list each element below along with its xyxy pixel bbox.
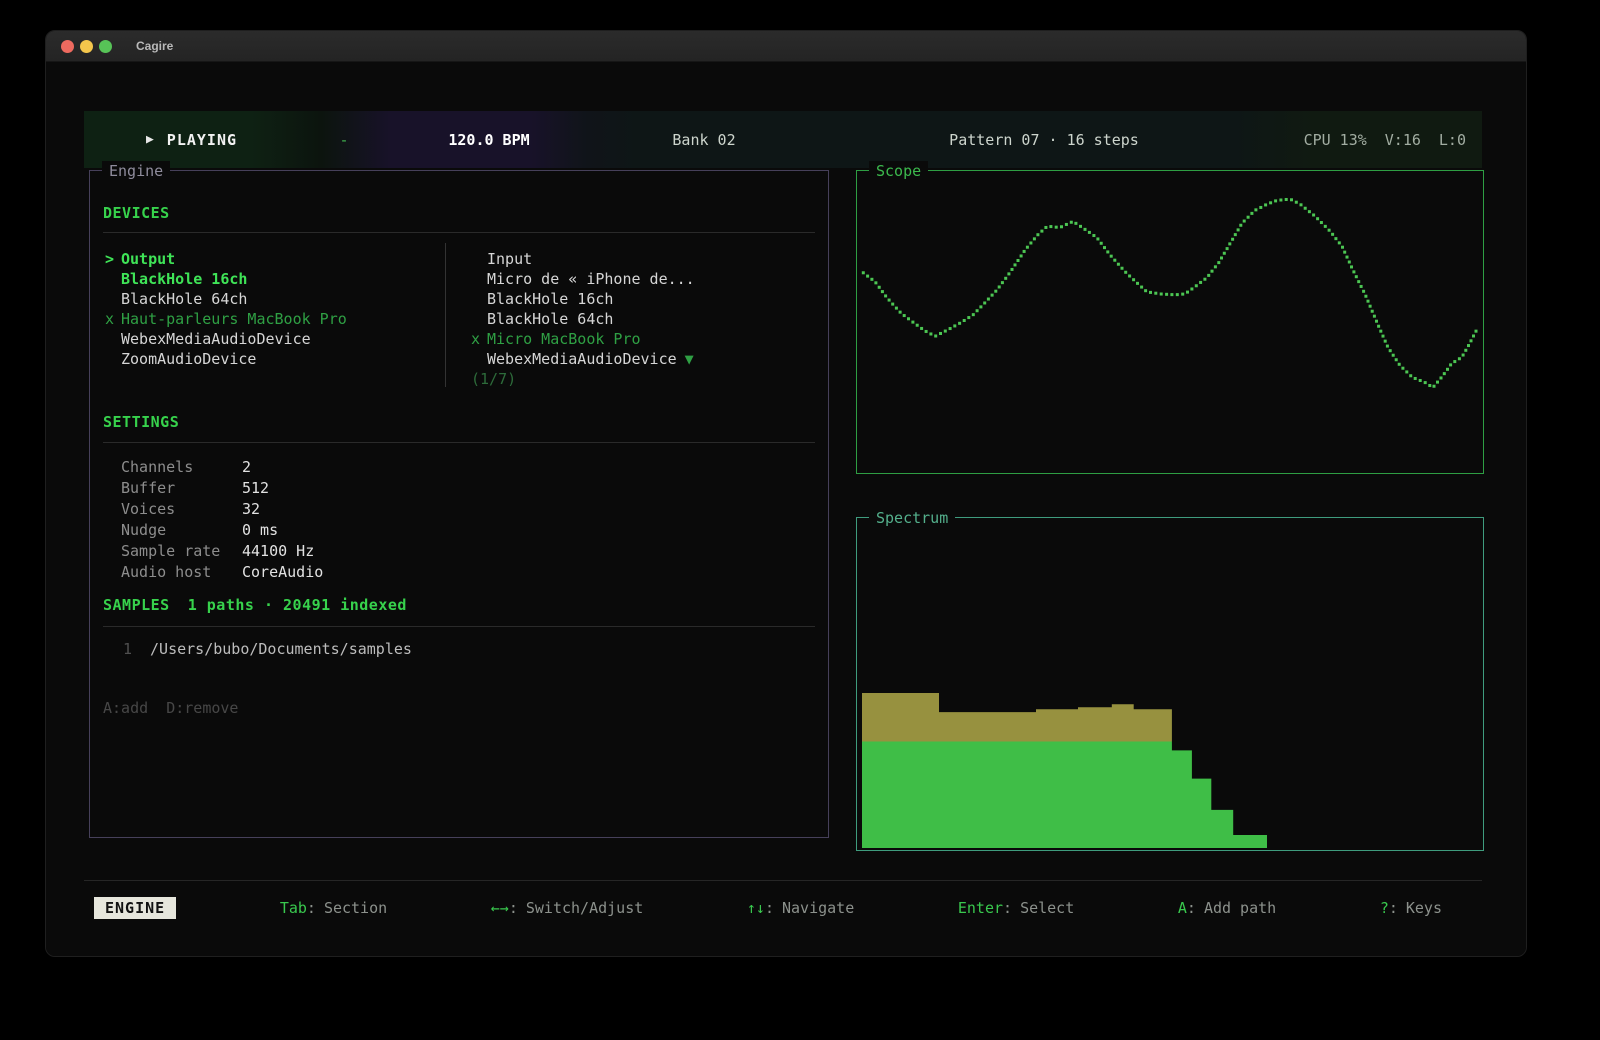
output-list-header[interactable]: >Output — [105, 249, 435, 269]
output-device-list: >Output BlackHole 16ch BlackHole 64ch xH… — [105, 249, 435, 369]
device-option[interactable]: BlackHole 64ch — [105, 289, 435, 309]
shortcut-tab: Tab:Section — [280, 899, 387, 917]
shortcut-arrows-lr: ←→:Switch/Adjust — [491, 899, 644, 917]
device-option[interactable]: ZoomAudioDevice — [105, 349, 435, 369]
scope-panel: Scope — [856, 170, 1484, 474]
desktop: Cagire ▶ PLAYING - 120.0 BPM Bank 02 Pat… — [0, 0, 1600, 1040]
status-bar-divider — [84, 880, 1482, 881]
device-option[interactable]: BlackHole 16ch — [105, 269, 435, 289]
engine-panel: Engine DEVICES >Output BlackHole 16ch Bl… — [89, 170, 829, 838]
voices-stat: V:16 — [1385, 131, 1421, 149]
shortcut-keys: ?:Keys — [1380, 899, 1442, 917]
close-window-button[interactable] — [61, 40, 74, 53]
pattern-display[interactable]: Pattern 07 · 16 steps — [819, 111, 1269, 168]
device-option[interactable]: WebexMediaAudioDevice▼ — [471, 349, 811, 369]
setting-row[interactable]: Channels2 — [121, 457, 323, 478]
settings-list: Channels2 Buffer512 Voices32 Nudge0 ms S… — [121, 457, 323, 583]
selection-cursor-icon: > — [105, 249, 121, 269]
setting-row[interactable]: Buffer512 — [121, 478, 323, 499]
maximize-window-button[interactable] — [99, 40, 112, 53]
shortcut-add-path: A:Add path — [1178, 899, 1276, 917]
active-device-marker: x — [471, 329, 487, 349]
samples-summary: 1 paths · 20491 indexed — [188, 596, 407, 614]
samples-heading: SAMPLES1 paths · 20491 indexed — [103, 596, 407, 614]
engine-panel-title: Engine — [102, 161, 170, 181]
app-window: Cagire ▶ PLAYING - 120.0 BPM Bank 02 Pat… — [45, 30, 1527, 957]
device-columns-divider — [445, 243, 446, 387]
mode-badge: ENGINE — [94, 897, 176, 919]
settings-heading: SETTINGS — [103, 413, 179, 431]
device-option[interactable]: Micro de « iPhone de... — [471, 269, 811, 289]
play-icon: ▶ — [146, 132, 155, 147]
device-option[interactable]: BlackHole 16ch — [471, 289, 811, 309]
transport-bar: ▶ PLAYING - 120.0 BPM Bank 02 Pattern 07… — [84, 111, 1482, 168]
device-option[interactable]: WebexMediaAudioDevice — [105, 329, 435, 349]
input-list-header[interactable]: Input — [471, 249, 811, 269]
bpm-display[interactable]: 120.0 BPM — [389, 111, 589, 168]
device-option[interactable]: xHaut-parleurs MacBook Pro — [105, 309, 435, 329]
active-device-marker: x — [105, 309, 121, 329]
scope-waveform-chart — [857, 171, 1483, 473]
input-list-pagination: (1/7) — [471, 369, 811, 389]
cpu-stat: CPU 13% — [1304, 131, 1367, 149]
setting-row[interactable]: Nudge0 ms — [121, 520, 323, 541]
shortcut-arrows-ud: ↑↓:Navigate — [747, 899, 854, 917]
latency-stat: L:0 — [1439, 131, 1466, 149]
section-divider — [103, 442, 815, 443]
spectrum-panel: Spectrum — [856, 517, 1484, 851]
devices-heading: DEVICES — [103, 204, 170, 222]
status-bar: ENGINE Tab:Section ←→:Switch/Adjust ↑↓:N… — [84, 888, 1482, 928]
transport-state-label: PLAYING — [167, 131, 237, 149]
section-divider — [103, 626, 815, 627]
input-device-list: Input Micro de « iPhone de... BlackHole … — [471, 249, 811, 389]
system-stats: CPU 13% V:16 L:0 — [1269, 111, 1482, 168]
setting-row[interactable]: Audio hostCoreAudio — [121, 562, 323, 583]
transport-separator: - — [299, 111, 389, 168]
spectrum-analyzer-chart — [857, 518, 1483, 850]
device-option[interactable]: xMicro MacBook Pro — [471, 329, 811, 349]
setting-row[interactable]: Sample rate44100 Hz — [121, 541, 323, 562]
shortcut-enter: Enter:Select — [958, 899, 1074, 917]
window-titlebar[interactable]: Cagire — [46, 31, 1526, 62]
bank-display[interactable]: Bank 02 — [589, 111, 819, 168]
window-title: Cagire — [136, 39, 173, 53]
section-divider — [103, 232, 815, 233]
sample-path-row[interactable]: 1/Users/bubo/Documents/samples — [123, 639, 412, 659]
scroll-more-icon: ▼ — [685, 350, 694, 368]
transport-status: ▶ PLAYING — [84, 111, 299, 168]
app-content: ▶ PLAYING - 120.0 BPM Bank 02 Pattern 07… — [46, 62, 1526, 956]
setting-row[interactable]: Voices32 — [121, 499, 323, 520]
samples-keys-hint: A:add D:remove — [103, 699, 238, 717]
device-option[interactable]: BlackHole 64ch — [471, 309, 811, 329]
minimize-window-button[interactable] — [80, 40, 93, 53]
